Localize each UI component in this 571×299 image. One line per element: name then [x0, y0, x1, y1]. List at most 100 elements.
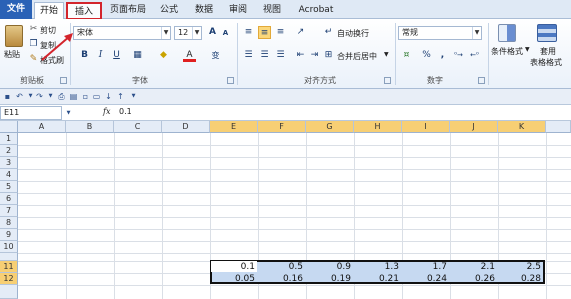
alignment-launcher-icon[interactable]: [384, 77, 391, 84]
column-header[interactable]: E: [210, 121, 258, 133]
column-header[interactable]: J: [450, 121, 498, 133]
row-header[interactable]: 7: [0, 205, 18, 217]
paste-button[interactable]: 粘贴: [4, 49, 20, 60]
column-header[interactable]: [546, 121, 571, 133]
number-launcher-icon[interactable]: [478, 77, 485, 84]
row-header[interactable]: [0, 285, 18, 299]
tab-view[interactable]: 视图: [258, 2, 286, 19]
align-bottom-icon[interactable]: ≡: [274, 26, 287, 39]
row-header[interactable]: 9: [0, 229, 18, 241]
row-header[interactable]: 8: [0, 217, 18, 229]
row-header[interactable]: 5: [0, 181, 18, 193]
save-icon[interactable]: ▪: [3, 92, 12, 101]
table-cell[interactable]: 0.9: [306, 261, 354, 273]
chevron-down-icon[interactable]: ▼: [26, 92, 35, 101]
formula-input[interactable]: 0.1: [119, 107, 132, 116]
paste-icon[interactable]: [5, 25, 23, 47]
new-icon[interactable]: ▫: [81, 92, 90, 101]
table-cell[interactable]: 0.5: [258, 261, 306, 273]
clipboard-launcher-icon[interactable]: [60, 77, 67, 84]
decrease-indent-icon[interactable]: ⇤: [294, 49, 307, 62]
table-cell[interactable]: 0.21: [354, 273, 402, 285]
column-header[interactable]: K: [498, 121, 546, 133]
italic-button[interactable]: I: [94, 49, 107, 62]
column-header[interactable]: D: [162, 121, 210, 133]
table-cell[interactable]: 2.1: [450, 261, 498, 273]
column-header[interactable]: F: [258, 121, 306, 133]
wrap-text-button[interactable]: 自动换行: [337, 28, 369, 39]
worksheet-grid[interactable]: A B C D E F G H I J K 1 2 3 4 5 6 7 8 9 …: [0, 121, 571, 299]
border-icon[interactable]: ▦: [131, 49, 144, 62]
table-cell[interactable]: 0.1: [210, 261, 258, 273]
table-cell[interactable]: 0.05: [210, 273, 258, 285]
align-left-icon[interactable]: ☰: [242, 49, 255, 62]
font-size-select[interactable]: 12 ▼: [174, 26, 202, 40]
undo-icon[interactable]: ↶: [15, 92, 24, 101]
row-header[interactable]: 2: [0, 145, 18, 157]
table-cell[interactable]: 0.19: [306, 273, 354, 285]
table-cell[interactable]: 1.3: [354, 261, 402, 273]
table-cell[interactable]: 0.24: [402, 273, 450, 285]
tab-acrobat[interactable]: Acrobat: [292, 2, 340, 19]
sort-ascending-icon[interactable]: ↓: [104, 92, 113, 101]
table-cell[interactable]: 0.28: [498, 273, 544, 285]
font-color-button[interactable]: A: [183, 49, 196, 62]
percent-button[interactable]: %: [420, 49, 433, 62]
column-header[interactable]: G: [306, 121, 354, 133]
number-format-select[interactable]: 常规 ▼: [398, 26, 482, 40]
currency-icon[interactable]: ¤: [400, 49, 413, 62]
row-header[interactable]: [0, 253, 18, 261]
tab-home[interactable]: 开始: [34, 2, 64, 20]
redo-icon[interactable]: ↷: [35, 92, 44, 101]
font-launcher-icon[interactable]: [227, 77, 234, 84]
row-header[interactable]: 11: [0, 261, 18, 273]
row-header[interactable]: 4: [0, 169, 18, 181]
table-cell[interactable]: 0.26: [450, 273, 498, 285]
table-format-button-line2[interactable]: 表格格式: [530, 57, 562, 68]
align-top-icon[interactable]: ≡: [242, 26, 255, 39]
column-header[interactable]: B: [66, 121, 114, 133]
open-icon[interactable]: ▭: [92, 92, 101, 101]
quick-print-icon[interactable]: ▤: [69, 92, 78, 101]
table-cell[interactable]: 1.7: [402, 261, 450, 273]
row-header[interactable]: 12: [0, 273, 18, 285]
shrink-font-button[interactable]: A: [219, 27, 232, 40]
row-header[interactable]: 6: [0, 193, 18, 205]
comma-button[interactable]: ,: [436, 49, 449, 62]
row-header[interactable]: 1: [0, 133, 18, 145]
font-name-select[interactable]: 宋体 ▼: [73, 26, 171, 40]
tab-review[interactable]: 审阅: [224, 2, 252, 19]
table-cell[interactable]: 2.5: [498, 261, 544, 273]
grow-font-button[interactable]: A: [206, 26, 219, 39]
conditional-format-button[interactable]: 条件格式: [491, 46, 523, 57]
conditional-format-icon[interactable]: [498, 24, 516, 42]
insert-function-icon[interactable]: fx: [103, 107, 110, 116]
align-right-icon[interactable]: ☰: [274, 49, 287, 62]
print-preview-icon[interactable]: ⎙: [57, 92, 66, 101]
table-format-button-line1[interactable]: 套用: [540, 46, 556, 57]
chevron-down-icon[interactable]: ▼: [384, 51, 389, 58]
name-box[interactable]: E11: [0, 106, 62, 120]
column-header[interactable]: A: [18, 121, 66, 133]
column-header[interactable]: I: [402, 121, 450, 133]
increase-decimal-icon[interactable]: ⁰→: [452, 49, 465, 62]
row-header[interactable]: 3: [0, 157, 18, 169]
sort-descending-icon[interactable]: ↑: [116, 92, 125, 101]
decrease-decimal-icon[interactable]: ←⁰: [468, 49, 481, 62]
row-header[interactable]: 10: [0, 241, 18, 253]
select-all-corner[interactable]: [0, 121, 18, 133]
chevron-down-icon[interactable]: ▼: [46, 92, 55, 101]
column-header[interactable]: H: [354, 121, 402, 133]
tab-page-layout[interactable]: 页面布局: [106, 2, 150, 19]
underline-button[interactable]: U: [110, 49, 123, 62]
tab-formulas[interactable]: 公式: [155, 2, 183, 19]
table-cell[interactable]: 0.16: [258, 273, 306, 285]
align-middle-icon[interactable]: ≡: [258, 26, 271, 39]
column-header[interactable]: C: [114, 121, 162, 133]
align-center-icon[interactable]: ☰: [258, 49, 271, 62]
orientation-icon[interactable]: ↗: [294, 26, 307, 39]
phonetic-button[interactable]: 变: [209, 49, 222, 62]
merge-center-button[interactable]: 合并后居中: [337, 51, 377, 62]
tab-data[interactable]: 数据: [190, 2, 218, 19]
table-format-icon[interactable]: [537, 24, 557, 42]
